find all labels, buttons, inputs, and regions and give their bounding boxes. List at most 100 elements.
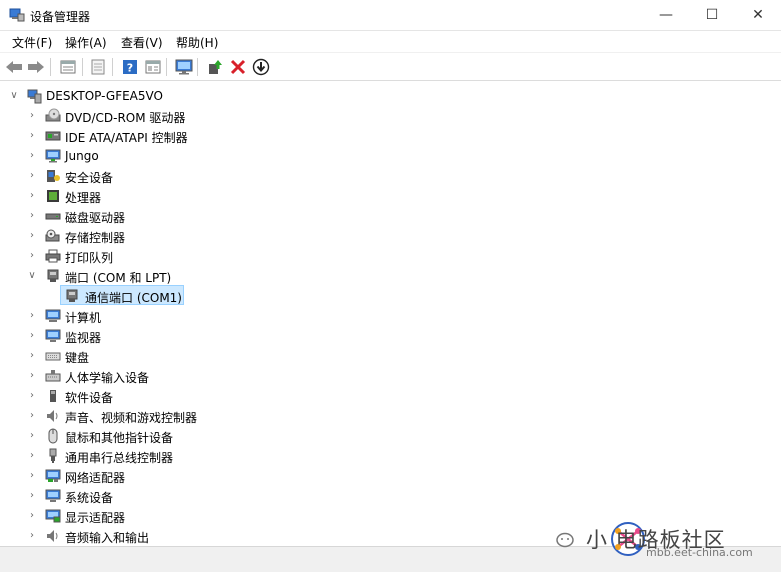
com-port-icon	[66, 289, 78, 302]
tree-item-label: 处理器	[65, 191, 102, 205]
details-icon	[145, 60, 161, 74]
tree-item-label: 显示适配器	[65, 511, 126, 525]
maximize-button[interactable]: ☐	[689, 0, 735, 30]
chevron-right-icon[interactable]: ›	[26, 249, 38, 263]
tree-item-disk[interactable]: › 磁盘驱动器	[0, 206, 781, 226]
tree-item-security[interactable]: › 安全设备	[0, 166, 781, 186]
chevron-right-icon[interactable]: ›	[26, 149, 38, 163]
toolbar-separator	[50, 58, 51, 76]
details-button[interactable]	[143, 57, 163, 77]
chevron-right-icon[interactable]: ›	[26, 209, 38, 223]
processor-icon	[47, 190, 59, 202]
chevron-right-icon[interactable]: ›	[26, 489, 38, 503]
chevron-right-icon[interactable]: ›	[26, 129, 38, 143]
page-button[interactable]	[88, 57, 108, 77]
chevron-right-icon[interactable]: ›	[26, 349, 38, 363]
menu-view[interactable]: 查看(V)	[119, 34, 165, 51]
close-button[interactable]: ✕	[735, 0, 781, 30]
tree-item-label: Jungo	[65, 149, 99, 163]
tree-item-label: 键盘	[65, 351, 90, 365]
tree-item-ide[interactable]: › IDE ATA/ATAPI 控制器	[0, 126, 781, 146]
chevron-right-icon[interactable]: ›	[26, 309, 38, 323]
tree-item-print-queue[interactable]: › 打印队列	[0, 246, 781, 266]
security-device-icon	[47, 170, 60, 182]
chevron-right-icon[interactable]: ›	[26, 369, 38, 383]
tree-item-label: IDE ATA/ATAPI 控制器	[65, 131, 188, 145]
tree-item-usb[interactable]: › 通用串行总线控制器	[0, 446, 781, 466]
tree-root[interactable]: ∨ DESKTOP-GFEA5VO	[0, 86, 781, 106]
properties-button[interactable]	[58, 57, 78, 77]
chevron-right-icon[interactable]: ›	[26, 329, 38, 343]
tree-item-processor[interactable]: › 处理器	[0, 186, 781, 206]
dvd-drive-icon	[45, 108, 61, 122]
close-icon: ✕	[752, 7, 764, 23]
scan-hardware-button[interactable]	[174, 57, 194, 77]
menu-help[interactable]: 帮助(H)	[174, 34, 220, 51]
minimize-button[interactable]: —	[643, 0, 689, 30]
page-icon	[91, 59, 105, 75]
tree-item-keyboard[interactable]: › 键盘	[0, 346, 781, 366]
menu-bar: 文件(F) 操作(A) 查看(V) 帮助(H)	[0, 31, 781, 53]
forward-button[interactable]	[26, 57, 46, 77]
hid-icon	[45, 370, 61, 382]
chevron-right-icon[interactable]: ›	[26, 509, 38, 523]
tree-item-system[interactable]: › 系统设备	[0, 486, 781, 506]
chevron-right-icon[interactable]: ›	[26, 169, 38, 183]
storage-controller-icon	[45, 229, 60, 242]
tree-item-monitor[interactable]: › 监视器	[0, 326, 781, 346]
back-icon	[6, 61, 22, 73]
tree-item-label: 端口 (COM 和 LPT)	[65, 271, 172, 285]
toolbar-separator	[82, 58, 83, 76]
toolbar: ?	[0, 53, 781, 81]
tree-item-jungo[interactable]: › Jungo	[0, 146, 781, 166]
watermark-url: mbb.eet-china.com	[646, 546, 753, 559]
tree-item-sound[interactable]: › 声音、视频和游戏控制器	[0, 406, 781, 426]
computer-icon	[27, 89, 42, 104]
chevron-right-icon[interactable]: ›	[26, 109, 38, 123]
monitor-icon	[175, 59, 193, 75]
chevron-right-icon[interactable]: ›	[26, 189, 38, 203]
tree-item-label: 音频输入和输出	[65, 531, 150, 545]
tree-item-software[interactable]: › 软件设备	[0, 386, 781, 406]
tree-item-dvd[interactable]: › DVD/CD-ROM 驱动器	[0, 106, 781, 126]
tree-root-label: DESKTOP-GFEA5VO	[46, 89, 163, 103]
menu-action[interactable]: 操作(A)	[63, 34, 109, 51]
tree-item-hid[interactable]: › 人体学输入设备	[0, 366, 781, 386]
update-driver-button[interactable]	[205, 57, 225, 77]
tree-item-label: 人体学输入设备	[65, 371, 150, 385]
help-icon: ?	[123, 60, 137, 75]
tree-item-label: 通用串行总线控制器	[65, 451, 174, 465]
chevron-down-icon[interactable]: ∨	[26, 269, 38, 283]
chevron-right-icon[interactable]: ›	[26, 529, 38, 543]
back-button[interactable]	[4, 57, 24, 77]
tree-item-storage[interactable]: › 存储控制器	[0, 226, 781, 246]
update-driver-icon	[209, 60, 222, 74]
toolbar-separator	[197, 58, 198, 76]
chevron-right-icon[interactable]: ›	[26, 449, 38, 463]
disk-drive-icon	[45, 213, 61, 220]
chevron-down-icon[interactable]: ∨	[8, 89, 20, 103]
keyboard-icon	[45, 352, 61, 361]
tree-item-label: 打印队列	[65, 251, 114, 265]
chevron-right-icon[interactable]: ›	[26, 409, 38, 423]
toolbar-separator	[166, 58, 167, 76]
chevron-right-icon[interactable]: ›	[26, 229, 38, 243]
tree-item-ports[interactable]: ∨ 端口 (COM 和 LPT)	[0, 266, 781, 286]
chevron-right-icon[interactable]: ›	[26, 469, 38, 483]
tree-item-label: DVD/CD-ROM 驱动器	[65, 111, 186, 125]
maximize-icon: ☐	[705, 7, 719, 23]
help-button[interactable]: ?	[120, 57, 140, 77]
chevron-right-icon[interactable]: ›	[26, 429, 38, 443]
watermark: 小 电路板社区 mbb.eet-china.com	[554, 518, 781, 572]
port-icon	[47, 269, 59, 282]
download-button[interactable]	[251, 57, 271, 77]
tree-item-label: 网络适配器	[65, 471, 126, 485]
uninstall-button[interactable]	[228, 57, 248, 77]
tree-item-computer[interactable]: › 计算机	[0, 306, 781, 326]
chevron-right-icon[interactable]: ›	[26, 389, 38, 403]
menu-file[interactable]: 文件(F)	[10, 34, 54, 51]
audio-io-icon	[47, 530, 58, 542]
tree-item-com1[interactable]: 通信端口 (COM1)	[0, 286, 781, 306]
tree-item-network[interactable]: › 网络适配器	[0, 466, 781, 486]
tree-item-mouse[interactable]: › 鼠标和其他指针设备	[0, 426, 781, 446]
